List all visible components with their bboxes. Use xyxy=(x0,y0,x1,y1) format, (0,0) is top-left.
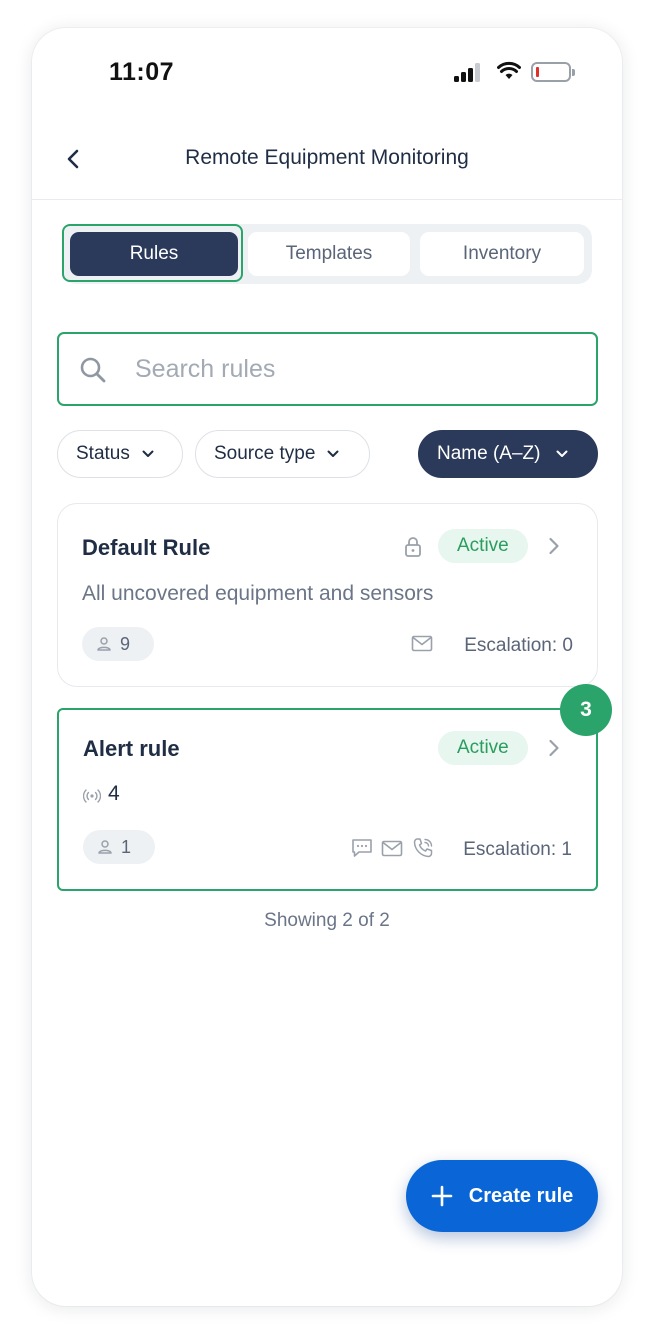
sensor-signal-icon xyxy=(83,789,101,803)
search-input[interactable] xyxy=(135,350,575,388)
phone-frame: 11:07 Remote Equipment Monitoring Rules … xyxy=(32,28,622,1306)
search-box[interactable] xyxy=(57,332,598,406)
chevron-right-icon xyxy=(549,537,559,555)
create-rule-label: Create rule xyxy=(468,1184,574,1207)
tab-bar: Rules Templates Inventory xyxy=(62,224,592,284)
results-count: Showing 2 of 2 xyxy=(264,910,390,931)
recipient-count: 1 xyxy=(83,830,155,864)
user-icon xyxy=(97,637,111,651)
sms-icon xyxy=(352,839,372,857)
chevron-down-icon xyxy=(327,450,339,457)
chevron-down-icon xyxy=(142,450,154,457)
escalation-level: Escalation: 0 xyxy=(464,635,573,656)
search-icon xyxy=(80,357,106,383)
email-icon xyxy=(411,635,433,652)
app-header: Remote Equipment Monitoring xyxy=(32,128,622,200)
chevron-right-icon xyxy=(549,739,559,757)
status-filter-label: Status xyxy=(76,443,130,464)
chevron-down-icon xyxy=(556,450,568,457)
page-title: Remote Equipment Monitoring xyxy=(185,146,469,169)
plus-icon xyxy=(431,1185,453,1207)
rule-name: Default Rule xyxy=(82,535,211,560)
battery-icon xyxy=(531,62,575,82)
source-type-filter[interactable]: Source type xyxy=(195,430,370,478)
sort-label: Name (A–Z) xyxy=(437,443,541,464)
sort-dropdown[interactable]: Name (A–Z) xyxy=(418,430,598,478)
rule-description: All uncovered equipment and sensors xyxy=(82,582,434,605)
cellular-signal-icon xyxy=(454,62,484,82)
rule-card-alert[interactable]: Alert rule Active 4 1 Escalation: 1 xyxy=(57,708,598,891)
recipient-count: 9 xyxy=(82,627,154,661)
status-badge: Active xyxy=(438,731,528,765)
recipient-count-value: 9 xyxy=(120,633,131,654)
status-bar: 11:07 xyxy=(32,28,622,118)
escalation-level: Escalation: 1 xyxy=(463,839,572,860)
recipient-count-value: 1 xyxy=(121,836,132,857)
create-rule-button[interactable]: Create rule xyxy=(406,1160,598,1232)
status-badge: Active xyxy=(438,529,528,563)
tab-rules[interactable]: Rules xyxy=(70,232,238,276)
source-count: 4 xyxy=(108,782,120,805)
source-type-filter-label: Source type xyxy=(214,443,316,464)
rule-name: Alert rule xyxy=(83,736,180,761)
rule-card-default[interactable]: Default Rule Active All uncovered equipm… xyxy=(57,503,598,687)
status-time: 11:07 xyxy=(109,58,175,86)
lock-icon xyxy=(405,537,421,557)
email-icon xyxy=(381,840,403,857)
user-icon xyxy=(98,840,112,854)
status-filter[interactable]: Status xyxy=(57,430,183,478)
wifi-icon xyxy=(497,61,521,79)
phone-icon xyxy=(413,838,433,858)
tab-inventory[interactable]: Inventory xyxy=(420,232,584,276)
step-badge: 3 xyxy=(560,684,612,736)
tab-templates[interactable]: Templates xyxy=(248,232,410,276)
